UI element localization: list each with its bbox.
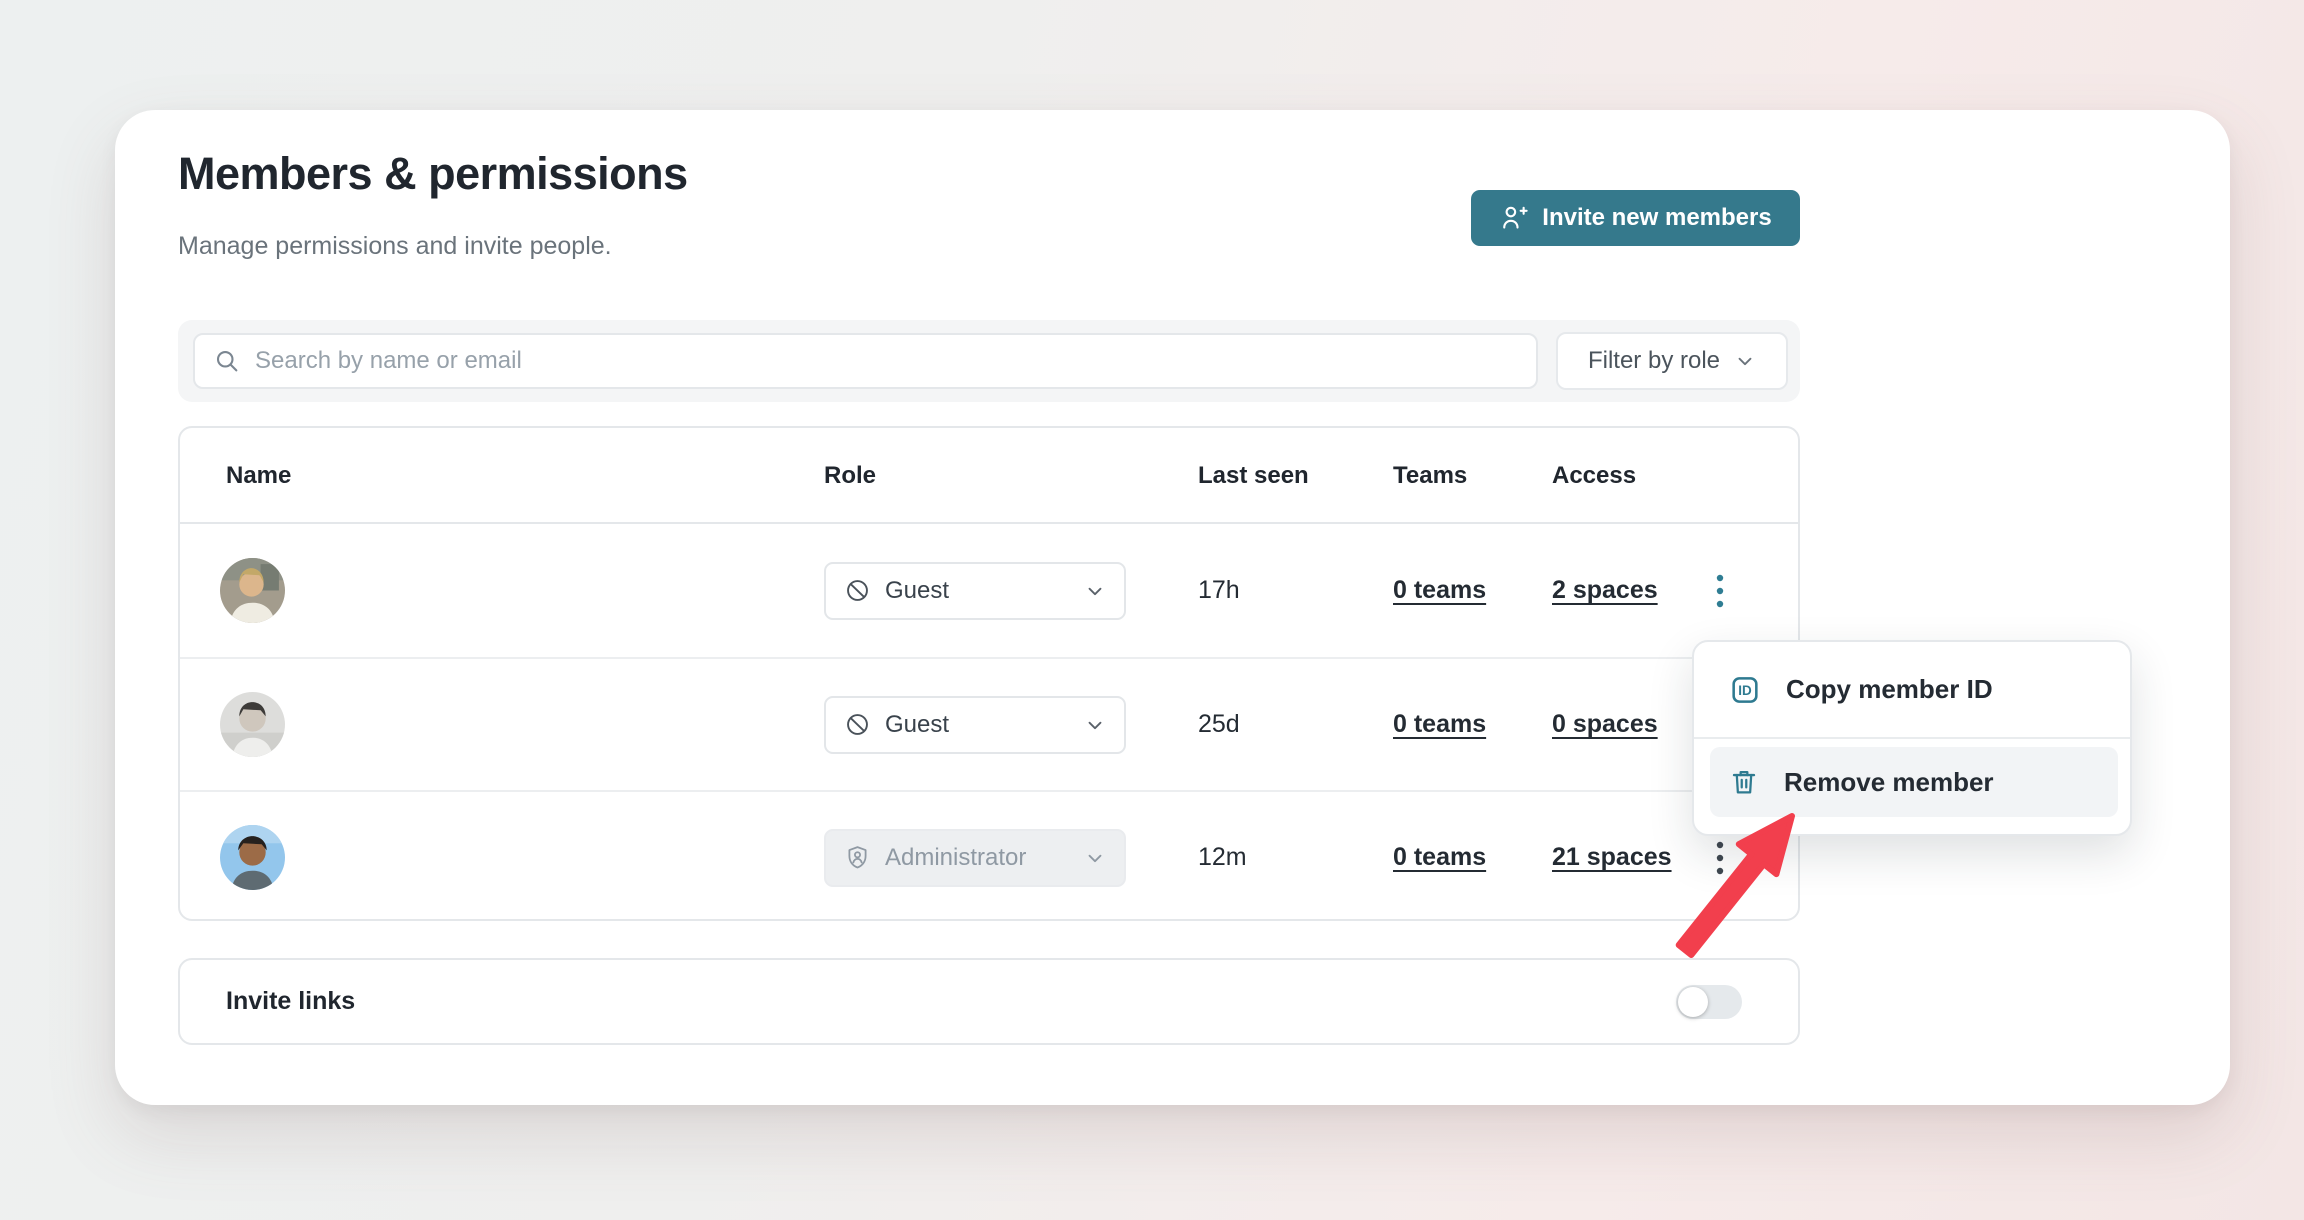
avatar xyxy=(220,558,285,623)
last-seen-value: 12m xyxy=(1198,792,1247,923)
column-header-role: Role xyxy=(824,428,876,524)
role-label: Guest xyxy=(885,577,1070,605)
search-icon xyxy=(213,347,241,375)
invite-links-toggle[interactable] xyxy=(1676,985,1742,1019)
menu-divider xyxy=(1694,737,2130,739)
blocked-circle-icon xyxy=(844,711,871,738)
chevron-down-icon xyxy=(1084,847,1106,869)
teams-link[interactable]: 0 teams xyxy=(1393,843,1486,872)
table-row: Guest 17h 0 teams 2 spaces xyxy=(180,524,1798,657)
members-permissions-card: Members & permissions Manage permissions… xyxy=(115,110,2230,1105)
member-avatar-cell xyxy=(220,659,285,790)
invite-links-label: Invite links xyxy=(226,960,355,1043)
role-dropdown[interactable]: Guest xyxy=(824,562,1126,620)
teams-link[interactable]: 0 teams xyxy=(1393,576,1486,605)
role-cell: Guest xyxy=(824,659,1126,790)
table-row: Administrator 12m 0 teams 21 spaces xyxy=(180,790,1798,923)
blocked-circle-icon xyxy=(844,577,871,604)
last-seen-value: 17h xyxy=(1198,524,1240,657)
filter-by-role-button[interactable]: Filter by role xyxy=(1556,332,1788,390)
chevron-down-icon xyxy=(1084,580,1106,602)
invite-button-label: Invite new members xyxy=(1542,204,1771,232)
copy-member-id-menu-item[interactable]: ID Copy member ID xyxy=(1694,642,2130,737)
last-seen-value: 25d xyxy=(1198,659,1240,790)
teams-link[interactable]: 0 teams xyxy=(1393,710,1486,739)
avatar xyxy=(220,692,285,757)
menu-item-label: Copy member ID xyxy=(1786,674,1993,705)
toolbar: Filter by role xyxy=(178,320,1800,402)
column-header-access: Access xyxy=(1552,428,1636,524)
table-row: Guest 25d 0 teams 0 spaces xyxy=(180,657,1798,790)
search-input[interactable] xyxy=(255,347,1518,375)
id-badge-icon: ID xyxy=(1728,673,1762,707)
column-header-name: Name xyxy=(226,428,291,524)
access-link[interactable]: 0 spaces xyxy=(1552,710,1658,739)
column-header-last-seen: Last seen xyxy=(1198,428,1309,524)
role-label: Guest xyxy=(885,711,1070,739)
row-menu-button[interactable] xyxy=(1698,524,1742,657)
trash-icon xyxy=(1728,766,1760,798)
role-dropdown[interactable]: Administrator xyxy=(824,829,1126,887)
kebab-menu-icon xyxy=(1714,838,1726,878)
access-link[interactable]: 2 spaces xyxy=(1552,576,1658,605)
role-label: Administrator xyxy=(885,844,1070,872)
table-header-row: Name Role Last seen Teams Access xyxy=(180,428,1798,524)
toggle-knob xyxy=(1678,987,1708,1017)
members-table: Name Role Last seen Teams Access xyxy=(178,426,1800,921)
row-context-menu: ID Copy member ID Remove member xyxy=(1692,640,2132,836)
page-title: Members & permissions xyxy=(178,148,688,200)
role-cell: Administrator xyxy=(824,792,1126,923)
person-add-icon xyxy=(1499,203,1529,233)
invite-new-members-button[interactable]: Invite new members xyxy=(1471,190,1800,246)
shield-person-icon xyxy=(844,844,871,871)
svg-text:ID: ID xyxy=(1738,683,1752,698)
chevron-down-icon xyxy=(1084,714,1106,736)
invite-links-section: Invite links xyxy=(178,958,1800,1045)
member-avatar-cell xyxy=(220,524,285,657)
avatar xyxy=(220,825,285,890)
role-cell: Guest xyxy=(824,524,1126,657)
page-subtitle: Manage permissions and invite people. xyxy=(178,232,612,261)
menu-item-label: Remove member xyxy=(1784,767,1994,798)
filter-button-label: Filter by role xyxy=(1588,347,1720,375)
member-avatar-cell xyxy=(220,792,285,923)
remove-member-menu-item[interactable]: Remove member xyxy=(1710,747,2118,817)
access-link[interactable]: 21 spaces xyxy=(1552,843,1672,872)
kebab-menu-icon xyxy=(1714,571,1726,611)
chevron-down-icon xyxy=(1734,350,1756,372)
search-box xyxy=(193,333,1538,389)
role-dropdown[interactable]: Guest xyxy=(824,696,1126,754)
column-header-teams: Teams xyxy=(1393,428,1467,524)
